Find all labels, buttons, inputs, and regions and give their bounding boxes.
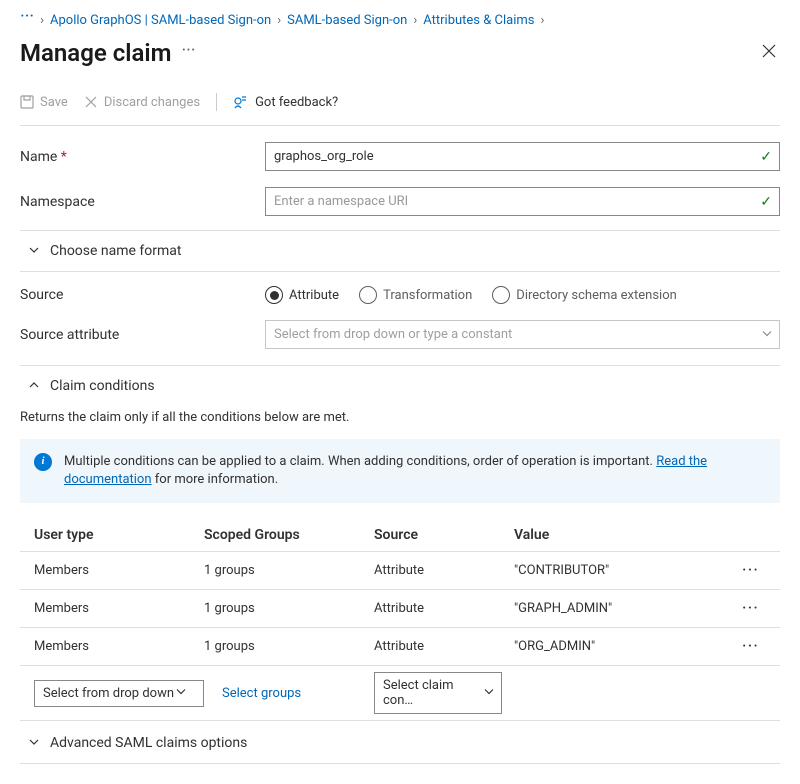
cell-user: Members [34,601,204,616]
name-label: Name * [20,149,265,165]
toolbar: Save Discard changes Got feedback? [20,85,780,126]
title-more-button[interactable]: ··· [181,40,195,65]
chevron-down-icon [28,244,40,259]
row-more-button[interactable]: ··· [719,636,759,657]
claim-source-placeholder: Select claim con… [383,678,454,708]
cell-source: Attribute [374,601,514,616]
breadcrumb-sep: › [413,13,417,28]
select-groups-link[interactable]: Select groups [222,686,301,701]
feedback-icon [233,94,249,110]
info-text-suffix: for more information. [152,472,279,487]
save-icon [20,95,34,109]
breadcrumb-sep: › [277,13,281,28]
source-attr-placeholder: Select from drop down or type a constant [274,327,512,342]
breadcrumb: ··· › Apollo GraphOS | SAML-based Sign-o… [20,12,780,28]
name-input[interactable] [265,142,780,171]
breadcrumb-item-1[interactable]: SAML-based Sign-on [287,13,407,28]
user-type-select[interactable]: Select from drop down [34,680,204,707]
cell-user: Members [34,639,204,654]
discard-icon [84,95,98,109]
source-label: Source [20,287,265,303]
col-user-type: User type [34,527,204,543]
breadcrumb-ellipsis[interactable]: ··· [20,12,34,28]
col-source: Source [374,527,514,543]
info-text-prefix: Multiple conditions can be applied to a … [64,454,656,469]
radio-label: Attribute [289,288,339,303]
feedback-button[interactable]: Got feedback? [233,94,338,110]
breadcrumb-sep: › [40,13,44,28]
source-radio-transformation[interactable]: Transformation [359,286,472,304]
source-attr-label: Source attribute [20,327,265,343]
name-format-label: Choose name format [50,243,182,259]
source-radio-directory[interactable]: Directory schema extension [492,286,677,304]
col-value: Value [514,527,719,543]
claim-conditions-desc: Returns the claim only if all the condit… [20,410,780,425]
claim-conditions-expander[interactable]: Claim conditions [20,366,780,406]
table-row: Members 1 groups Attribute "GRAPH_ADMIN"… [20,590,780,628]
check-icon: ✓ [760,149,772,165]
advanced-options-label: Advanced SAML claims options [50,735,247,751]
user-type-placeholder: Select from drop down [43,686,174,701]
new-condition-row: Select from drop down Select groups Sele… [20,666,780,721]
cell-user: Members [34,563,204,578]
source-radio-attribute[interactable]: Attribute [265,286,339,304]
cell-source: Attribute [374,639,514,654]
cell-source: Attribute [374,563,514,578]
conditions-table: User type Scoped Groups Source Value Mem… [20,519,780,721]
claim-source-select[interactable]: Select claim con… [374,672,502,714]
source-attr-select[interactable]: Select from drop down or type a constant [265,320,780,349]
breadcrumb-item-0[interactable]: Apollo GraphOS | SAML-based Sign-on [50,13,271,28]
check-icon: ✓ [760,194,772,210]
col-scoped-groups: Scoped Groups [204,527,374,543]
cell-groups: 1 groups [204,563,374,578]
cell-groups: 1 groups [204,639,374,654]
chevron-down-icon [28,736,40,751]
chevron-up-icon [28,379,40,394]
row-more-button[interactable]: ··· [719,560,759,581]
page-title: Manage claim [20,39,171,67]
info-banner: i Multiple conditions can be applied to … [20,439,780,503]
discard-label: Discard changes [104,95,200,110]
discard-button[interactable]: Discard changes [84,95,200,110]
breadcrumb-item-2[interactable]: Attributes & Claims [423,13,534,28]
cell-value: "ORG_ADMIN" [514,639,719,654]
radio-label: Directory schema extension [516,288,677,303]
info-icon: i [34,453,52,471]
toolbar-divider [216,93,217,111]
breadcrumb-sep: › [541,13,545,28]
feedback-label: Got feedback? [255,95,338,110]
name-format-expander[interactable]: Choose name format [20,231,780,272]
source-radio-group: Attribute Transformation Directory schem… [265,286,780,304]
save-label: Save [40,95,68,110]
namespace-input[interactable] [265,187,780,216]
claim-conditions-label: Claim conditions [50,378,155,394]
cell-groups: 1 groups [204,601,374,616]
row-more-button[interactable]: ··· [719,598,759,619]
close-icon [762,44,776,58]
save-button[interactable]: Save [20,95,68,110]
table-row: Members 1 groups Attribute "CONTRIBUTOR"… [20,552,780,590]
table-row: Members 1 groups Attribute "ORG_ADMIN" ·… [20,628,780,666]
cell-value: "GRAPH_ADMIN" [514,601,719,616]
namespace-label: Namespace [20,194,265,210]
advanced-options-expander[interactable]: Advanced SAML claims options [20,723,780,764]
close-button[interactable] [758,38,780,67]
cell-value: "CONTRIBUTOR" [514,563,719,578]
radio-label: Transformation [383,288,472,303]
